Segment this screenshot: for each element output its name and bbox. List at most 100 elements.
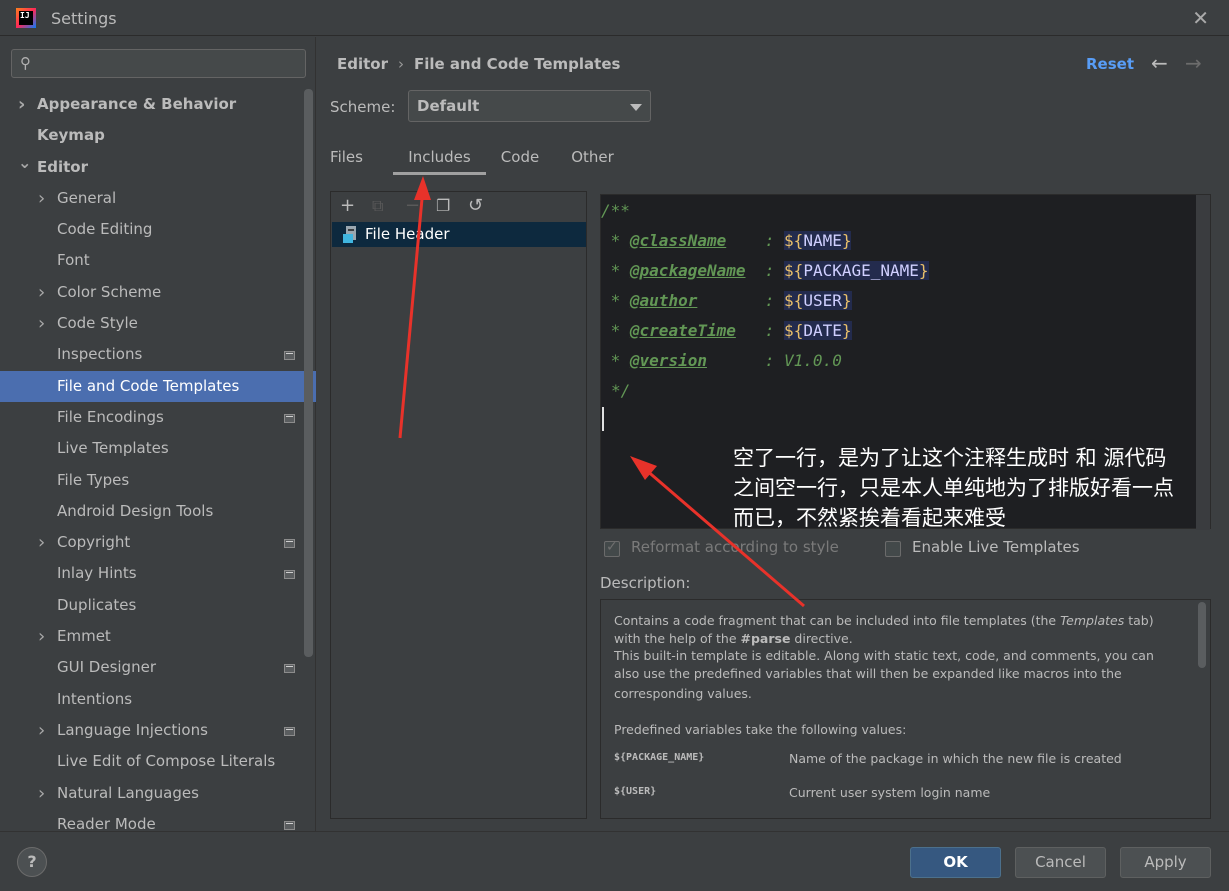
duplicate-icon[interactable]: ❐: [436, 195, 450, 217]
sidebar-item-general[interactable]: › General: [0, 183, 316, 214]
sidebar-item-label: Inspections: [57, 345, 143, 364]
search-icon: ⚲: [20, 54, 31, 72]
sidebar-item-emmet[interactable]: › Emmet: [0, 621, 316, 652]
sidebar-item-gui-designer[interactable]: GUI Designer: [0, 652, 316, 683]
code-line-close: */: [611, 381, 631, 400]
description-scrollbar[interactable]: [1198, 602, 1206, 668]
sidebar-item-language-injections[interactable]: › Language Injections: [0, 715, 316, 746]
settings-tree: › Appearance & Behavior Keymap ⌄ Editor › Gene…: [0, 89, 316, 840]
chevron-down-icon[interactable]: ⌄: [18, 147, 31, 178]
sidebar-item-label: Intentions: [57, 689, 133, 708]
sidebar-item-label: Editor: [37, 157, 88, 176]
sidebar-item-label: Copyright: [57, 533, 131, 552]
sidebar-item-inlay-hints[interactable]: Inlay Hints: [0, 558, 316, 589]
list-toolbar: + ⧉ − ❐ ↺: [331, 192, 586, 222]
scheme-label: Scheme:: [330, 98, 396, 116]
chevron-right-icon[interactable]: ›: [38, 527, 45, 558]
code-line: * @createTime : ${DATE}: [601, 321, 852, 340]
list-item-label: File Header: [365, 225, 450, 243]
code-line: * @packageName : ${PACKAGE_NAME}: [601, 261, 929, 280]
sidebar-item-keymap[interactable]: Keymap: [0, 120, 316, 151]
copy-template-icon[interactable]: ⧉: [372, 195, 383, 217]
sidebar-item-live-edit-of-compose-literals[interactable]: Live Edit of Compose Literals: [0, 746, 316, 777]
project-scope-icon: [284, 539, 295, 549]
sidebar-item-file-and-code-templates[interactable]: File and Code Templates: [0, 370, 316, 402]
sidebar-item-intentions[interactable]: Intentions: [0, 684, 316, 715]
sidebar-scrollbar[interactable]: [304, 89, 313, 657]
code-line-version: * @version : V1.0.0: [601, 351, 842, 370]
revert-icon[interactable]: ↺: [468, 195, 483, 217]
sidebar-item-natural-languages[interactable]: › Natural Languages: [0, 778, 316, 809]
scheme-dropdown[interactable]: Default: [408, 90, 651, 122]
sidebar-item-label: File and Code Templates: [57, 376, 240, 395]
sidebar-item-copyright[interactable]: › Copyright: [0, 527, 316, 558]
back-arrow-icon[interactable]: ←: [1151, 51, 1168, 75]
sidebar-item-label: Language Injections: [57, 720, 208, 739]
tab-includes[interactable]: Includes: [393, 141, 486, 175]
sidebar-item-file-encodings[interactable]: File Encodings: [0, 402, 316, 433]
sidebar-item-android-design-tools[interactable]: Android Design Tools: [0, 496, 316, 527]
project-scope-icon: [284, 351, 295, 361]
list-item[interactable]: File Header: [332, 222, 586, 247]
chevron-right-icon[interactable]: ›: [38, 715, 45, 746]
sidebar-item-label: Inlay Hints: [57, 564, 137, 583]
forward-arrow-icon[interactable]: →: [1185, 51, 1202, 75]
template-code-editor[interactable]: /** * @className : ${NAME} * @packageNam…: [600, 194, 1211, 530]
chevron-right-icon[interactable]: ›: [38, 778, 45, 809]
project-scope-icon: [284, 820, 295, 830]
reset-link[interactable]: Reset: [1086, 55, 1134, 73]
chevron-down-icon: [630, 104, 642, 111]
breadcrumb-editor: Editor: [337, 55, 388, 73]
close-icon[interactable]: ✕: [1192, 8, 1209, 28]
sidebar-item-label: Live Edit of Compose Literals: [57, 752, 276, 771]
description-line: corresponding values.: [614, 686, 752, 701]
search-input[interactable]: ⚲: [11, 49, 306, 78]
chevron-right-icon[interactable]: ›: [38, 277, 45, 308]
help-button[interactable]: ?: [17, 847, 47, 877]
sidebar-item-editor[interactable]: ⌄ Editor: [0, 152, 316, 183]
chevron-right-icon[interactable]: ›: [38, 621, 45, 652]
sidebar-item-label: Code Editing: [57, 220, 153, 239]
description-line: Contains a code fragment that can be inc…: [614, 613, 1154, 628]
sidebar-item-label: Font: [57, 251, 90, 270]
cancel-button[interactable]: Cancel: [1015, 847, 1106, 878]
sidebar-item-appearance-behavior[interactable]: › Appearance & Behavior: [0, 89, 316, 120]
sidebar-item-color-scheme[interactable]: › Color Scheme: [0, 277, 316, 308]
sidebar-item-label: Color Scheme: [57, 282, 162, 301]
sidebar-item-label: Keymap: [37, 126, 105, 145]
sidebar-item-code-style[interactable]: › Code Style: [0, 308, 316, 339]
description-line: This built-in template is editable. Alon…: [614, 648, 1154, 663]
sidebar-item-file-types[interactable]: File Types: [0, 465, 316, 496]
text-caret: [602, 407, 604, 431]
window-title: Settings: [51, 9, 117, 28]
editor-scrollbar[interactable]: [1196, 195, 1210, 530]
description-line: Predefined variables take the following …: [614, 722, 907, 737]
variable-description: Name of the package in which the new fil…: [789, 751, 1122, 766]
chevron-right-icon[interactable]: ›: [38, 183, 45, 214]
dialog-footer: ? OK Cancel Apply: [0, 831, 1229, 891]
sidebar-item-live-templates[interactable]: Live Templates: [0, 433, 316, 464]
apply-button[interactable]: Apply: [1120, 847, 1211, 878]
remove-icon[interactable]: −: [405, 195, 420, 217]
sidebar-item-code-editing[interactable]: Code Editing: [0, 214, 316, 245]
sidebar-item-label: File Types: [57, 470, 130, 489]
chevron-right-icon[interactable]: ›: [18, 89, 25, 120]
tab-code[interactable]: Code: [500, 141, 540, 175]
add-icon[interactable]: +: [340, 195, 355, 217]
project-scope-icon: [284, 413, 295, 423]
sidebar-item-font[interactable]: Font: [0, 245, 316, 276]
variable-description: Current user system login name: [789, 785, 991, 800]
project-scope-icon: [284, 664, 295, 674]
template-list-panel: + ⧉ − ❐ ↺ File Header: [330, 191, 587, 819]
sidebar-item-duplicates[interactable]: Duplicates: [0, 590, 316, 621]
chevron-right-icon[interactable]: ›: [38, 308, 45, 339]
tab-files[interactable]: Files: [330, 141, 363, 175]
ok-button[interactable]: OK: [910, 847, 1001, 878]
code-line: * @className : ${NAME}: [601, 231, 852, 250]
reformat-label: Reformat according to style: [631, 538, 839, 556]
tab-other[interactable]: Other: [570, 141, 615, 175]
breadcrumb-page: File and Code Templates: [414, 55, 621, 73]
checkbox-unchecked-icon: [885, 541, 901, 557]
sidebar-item-label: Emmet: [57, 627, 111, 646]
sidebar-item-inspections[interactable]: Inspections: [0, 339, 316, 370]
